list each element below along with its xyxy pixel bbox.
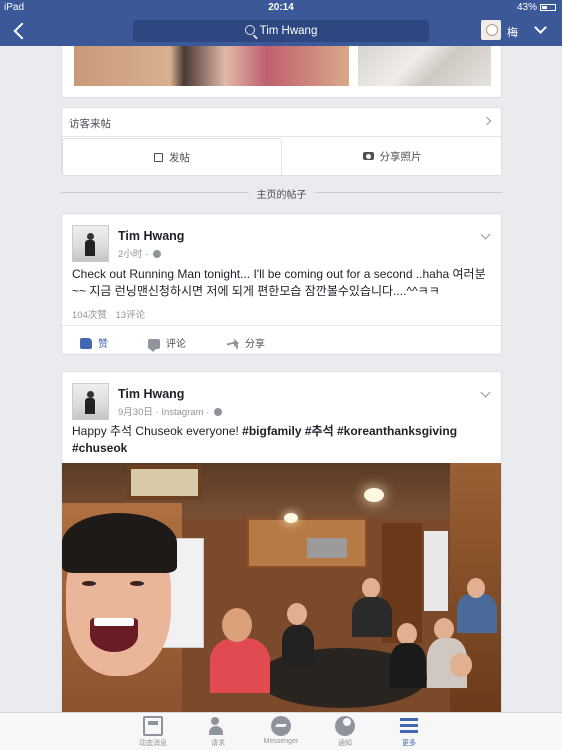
share-button[interactable]: 分享 — [227, 335, 265, 350]
bottom-tab-bar: 动态消息 请求 Messenger 通知 更多 — [0, 712, 562, 750]
post-time[interactable]: 2小时 — [118, 249, 142, 260]
friend-requests-icon — [208, 716, 228, 736]
like-label: 赞 — [98, 339, 108, 350]
search-text: Tim Hwang — [259, 25, 318, 37]
post-time[interactable]: 9月30日 — [118, 407, 153, 418]
camera-icon — [362, 152, 374, 160]
visitor-posts-header[interactable]: 访客来帖 — [62, 108, 501, 137]
post-meta: 9月30日 · Instagram · — [118, 404, 223, 418]
pencil-icon — [154, 153, 163, 162]
selfie-face — [62, 513, 187, 716]
comment-bubble-icon — [148, 339, 160, 352]
like-button[interactable]: 赞 — [80, 335, 108, 350]
feed-post: Tim Hwang 2小时 · Check out Running Man to… — [61, 213, 502, 355]
post-actions: 赞 评论 分享 — [62, 325, 501, 355]
write-post-label: 发帖 — [169, 152, 190, 164]
battery-icon — [540, 3, 556, 11]
news-feed-icon — [143, 716, 163, 736]
tab-label: 通知 — [338, 740, 352, 747]
tab-more[interactable]: 更多 — [384, 716, 434, 748]
thumbs-up-icon — [80, 338, 92, 349]
write-post-button[interactable]: 发帖 — [62, 138, 282, 176]
messenger-icon — [271, 716, 291, 736]
comment-button[interactable]: 评论 — [148, 335, 186, 352]
post-photo[interactable] — [62, 463, 501, 716]
post-options-chevron-icon[interactable] — [480, 229, 491, 240]
photo-thumbnail[interactable] — [358, 46, 491, 86]
comment-count[interactable]: 13评论 — [116, 310, 146, 321]
profile-name[interactable]: 梅 — [507, 24, 518, 40]
hashtag[interactable]: #추석 — [305, 424, 334, 438]
tab-news-feed[interactable]: 动态消息 — [128, 716, 178, 748]
notifications-globe-icon — [335, 716, 355, 736]
post-options-chevron-icon[interactable] — [480, 387, 491, 398]
author-name[interactable]: Tim Hwang — [118, 229, 184, 243]
post-text: Check out Running Man tonight... I'll be… — [72, 267, 486, 298]
visitor-posts-card: 访客来帖 发帖 分享照片 — [61, 107, 502, 176]
post-text-plain: Happy 추석 Chuseok everyone! — [72, 424, 243, 438]
author-avatar[interactable] — [72, 225, 109, 262]
visitor-posts-title: 访客来帖 — [69, 118, 111, 130]
hashtag[interactable]: #chuseok — [72, 441, 127, 455]
author-name[interactable]: Tim Hwang — [118, 387, 184, 401]
section-divider: 主页的帖子 — [61, 184, 502, 201]
globe-icon — [152, 250, 161, 258]
feed-post: Tim Hwang 9月30日 · Instagram · Happy 추석 C… — [61, 371, 502, 716]
share-photo-label: 分享照片 — [379, 151, 422, 163]
photos-card — [61, 46, 502, 98]
back-arrow-icon[interactable] — [10, 20, 30, 42]
comment-label: 评论 — [166, 339, 186, 350]
search-icon — [244, 25, 255, 35]
tab-label: 动态消息 — [139, 740, 167, 747]
post-meta: 2小时 · — [118, 246, 161, 260]
post-text: Happy 추석 Chuseok everyone! #bigfamily #추… — [72, 423, 492, 457]
author-avatar[interactable] — [72, 383, 109, 420]
tab-label: Messenger — [263, 738, 299, 745]
tab-friend-requests[interactable]: 请求 — [193, 716, 243, 748]
tab-notifications[interactable]: 通知 — [320, 716, 370, 748]
battery-percent: 43% — [516, 2, 537, 13]
section-divider-label: 主页的帖子 — [248, 186, 315, 201]
profile-avatar[interactable] — [481, 20, 501, 40]
like-count[interactable]: 104次赞 — [72, 310, 107, 321]
visitor-actions: 发帖 分享照片 — [62, 138, 501, 176]
chevron-down-icon[interactable] — [535, 23, 545, 33]
hashtag[interactable]: #koreanthanksgiving — [337, 424, 457, 438]
share-photo-button[interactable]: 分享照片 — [282, 138, 502, 176]
hashtag[interactable]: #bigfamily — [242, 424, 301, 438]
battery-indicator: 43% — [517, 2, 556, 13]
clock: 20:14 — [268, 2, 294, 13]
share-label: 分享 — [245, 339, 265, 350]
search-input[interactable]: Tim Hwang — [133, 20, 429, 42]
top-nav-bar: Tim Hwang 梅 — [0, 16, 562, 46]
post-source[interactable]: Instagram — [161, 407, 203, 418]
share-arrow-icon — [227, 339, 239, 349]
photo-thumbnail[interactable] — [74, 46, 349, 86]
globe-icon — [214, 408, 223, 416]
post-counts: 104次赞 13评论 — [72, 307, 151, 321]
tab-messenger[interactable]: Messenger — [256, 716, 306, 745]
status-bar: iPad 20:14 43% — [0, 0, 562, 16]
tab-label: 请求 — [211, 740, 225, 747]
more-menu-icon — [399, 716, 419, 736]
tab-label: 更多 — [402, 740, 416, 747]
chevron-right-icon — [482, 116, 492, 126]
